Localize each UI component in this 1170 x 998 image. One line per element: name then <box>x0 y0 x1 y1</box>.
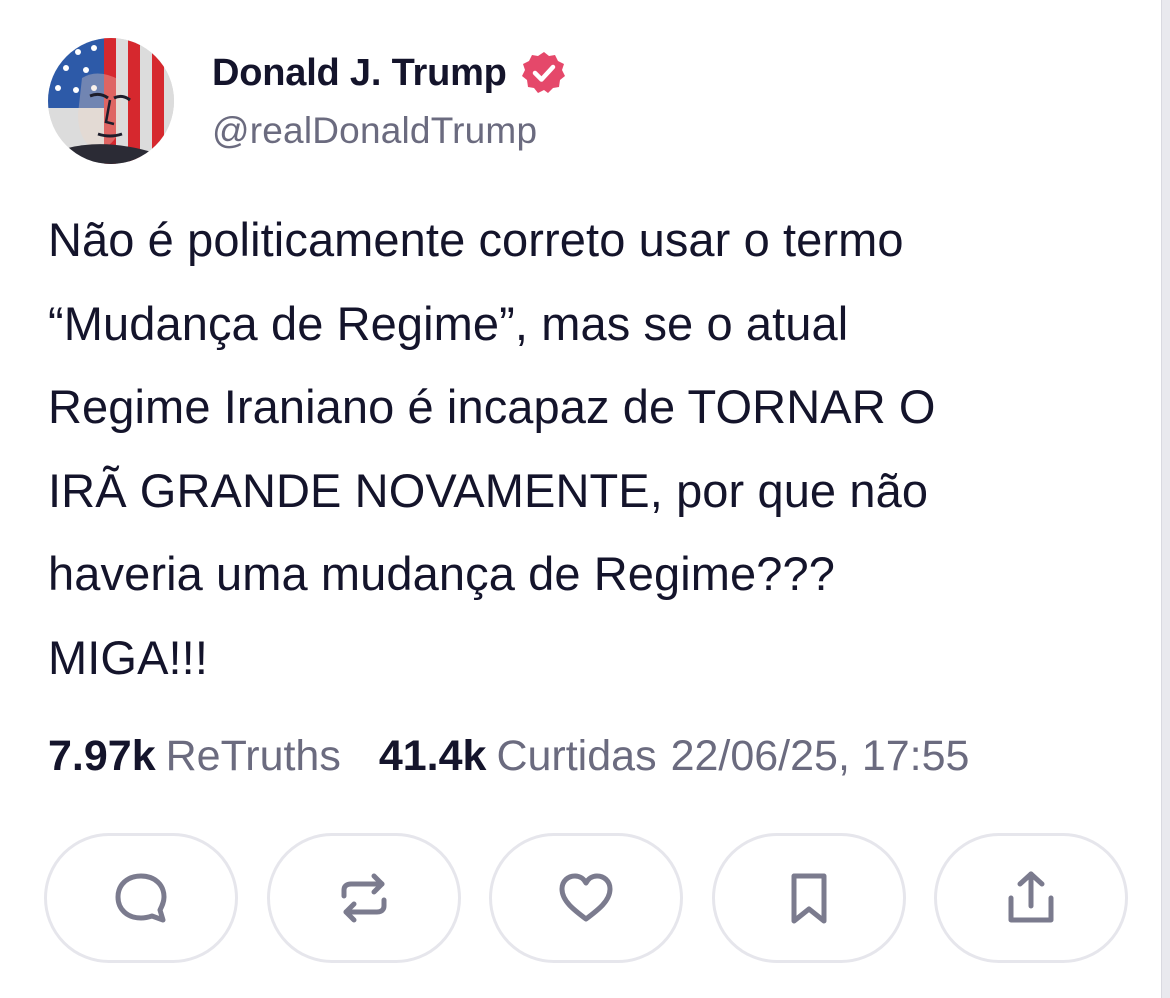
repost-icon <box>341 873 386 923</box>
post-body-line: MIGA!!! <box>48 630 208 684</box>
post-body-line: “Mudança de Regime”, mas se o atual <box>48 296 849 350</box>
retruths-label[interactable]: ReTruths <box>166 732 341 781</box>
bookmark-icon <box>791 873 826 924</box>
bookmark-button[interactable] <box>711 833 906 963</box>
display-name[interactable]: Donald J. Trump <box>212 52 507 95</box>
share-button[interactable] <box>934 833 1128 963</box>
retruths-count[interactable]: 7.97k <box>48 732 156 781</box>
like-button[interactable] <box>489 833 683 963</box>
scrollbar-track[interactable] <box>1161 0 1170 998</box>
heart-icon <box>559 873 613 922</box>
post-page: Donald J. Trump @realDonaldTrump Não é p… <box>0 0 1170 998</box>
post-actions <box>44 833 1128 963</box>
post-stats: 7.97k ReTruths 41.4k Curtidas 22/06/25, … <box>48 726 969 786</box>
likes-count[interactable]: 41.4k <box>379 732 487 781</box>
display-name-row: Donald J. Trump <box>212 48 567 98</box>
retruth-button[interactable] <box>266 833 461 963</box>
post-timestamp: 22/06/25, 17:55 <box>670 731 970 780</box>
author-names: Donald J. Trump @realDonaldTrump <box>212 48 567 168</box>
avatar-image <box>48 38 174 164</box>
likes-label[interactable]: Curtidas <box>496 732 656 781</box>
reply-button[interactable] <box>44 833 238 963</box>
post-body-line: IRÃ GRANDE NOVAMENTE, por que não <box>48 463 929 517</box>
share-icon <box>1008 871 1054 923</box>
post-body-line: Regime Iraniano é incapaz de TORNAR O <box>48 380 936 433</box>
post-body: Não é politicamente correto usar o termo… <box>48 198 1128 699</box>
avatar[interactable] <box>48 38 174 164</box>
post-body-line: haveria uma mudança de Regime??? <box>48 547 836 600</box>
verified-badge-icon <box>521 50 567 96</box>
post-body-line: Não é politicamente correto usar o termo <box>48 213 904 266</box>
comment-icon <box>115 873 167 923</box>
post-header: Donald J. Trump @realDonaldTrump <box>48 38 567 168</box>
author-handle[interactable]: @realDonaldTrump <box>212 110 567 152</box>
